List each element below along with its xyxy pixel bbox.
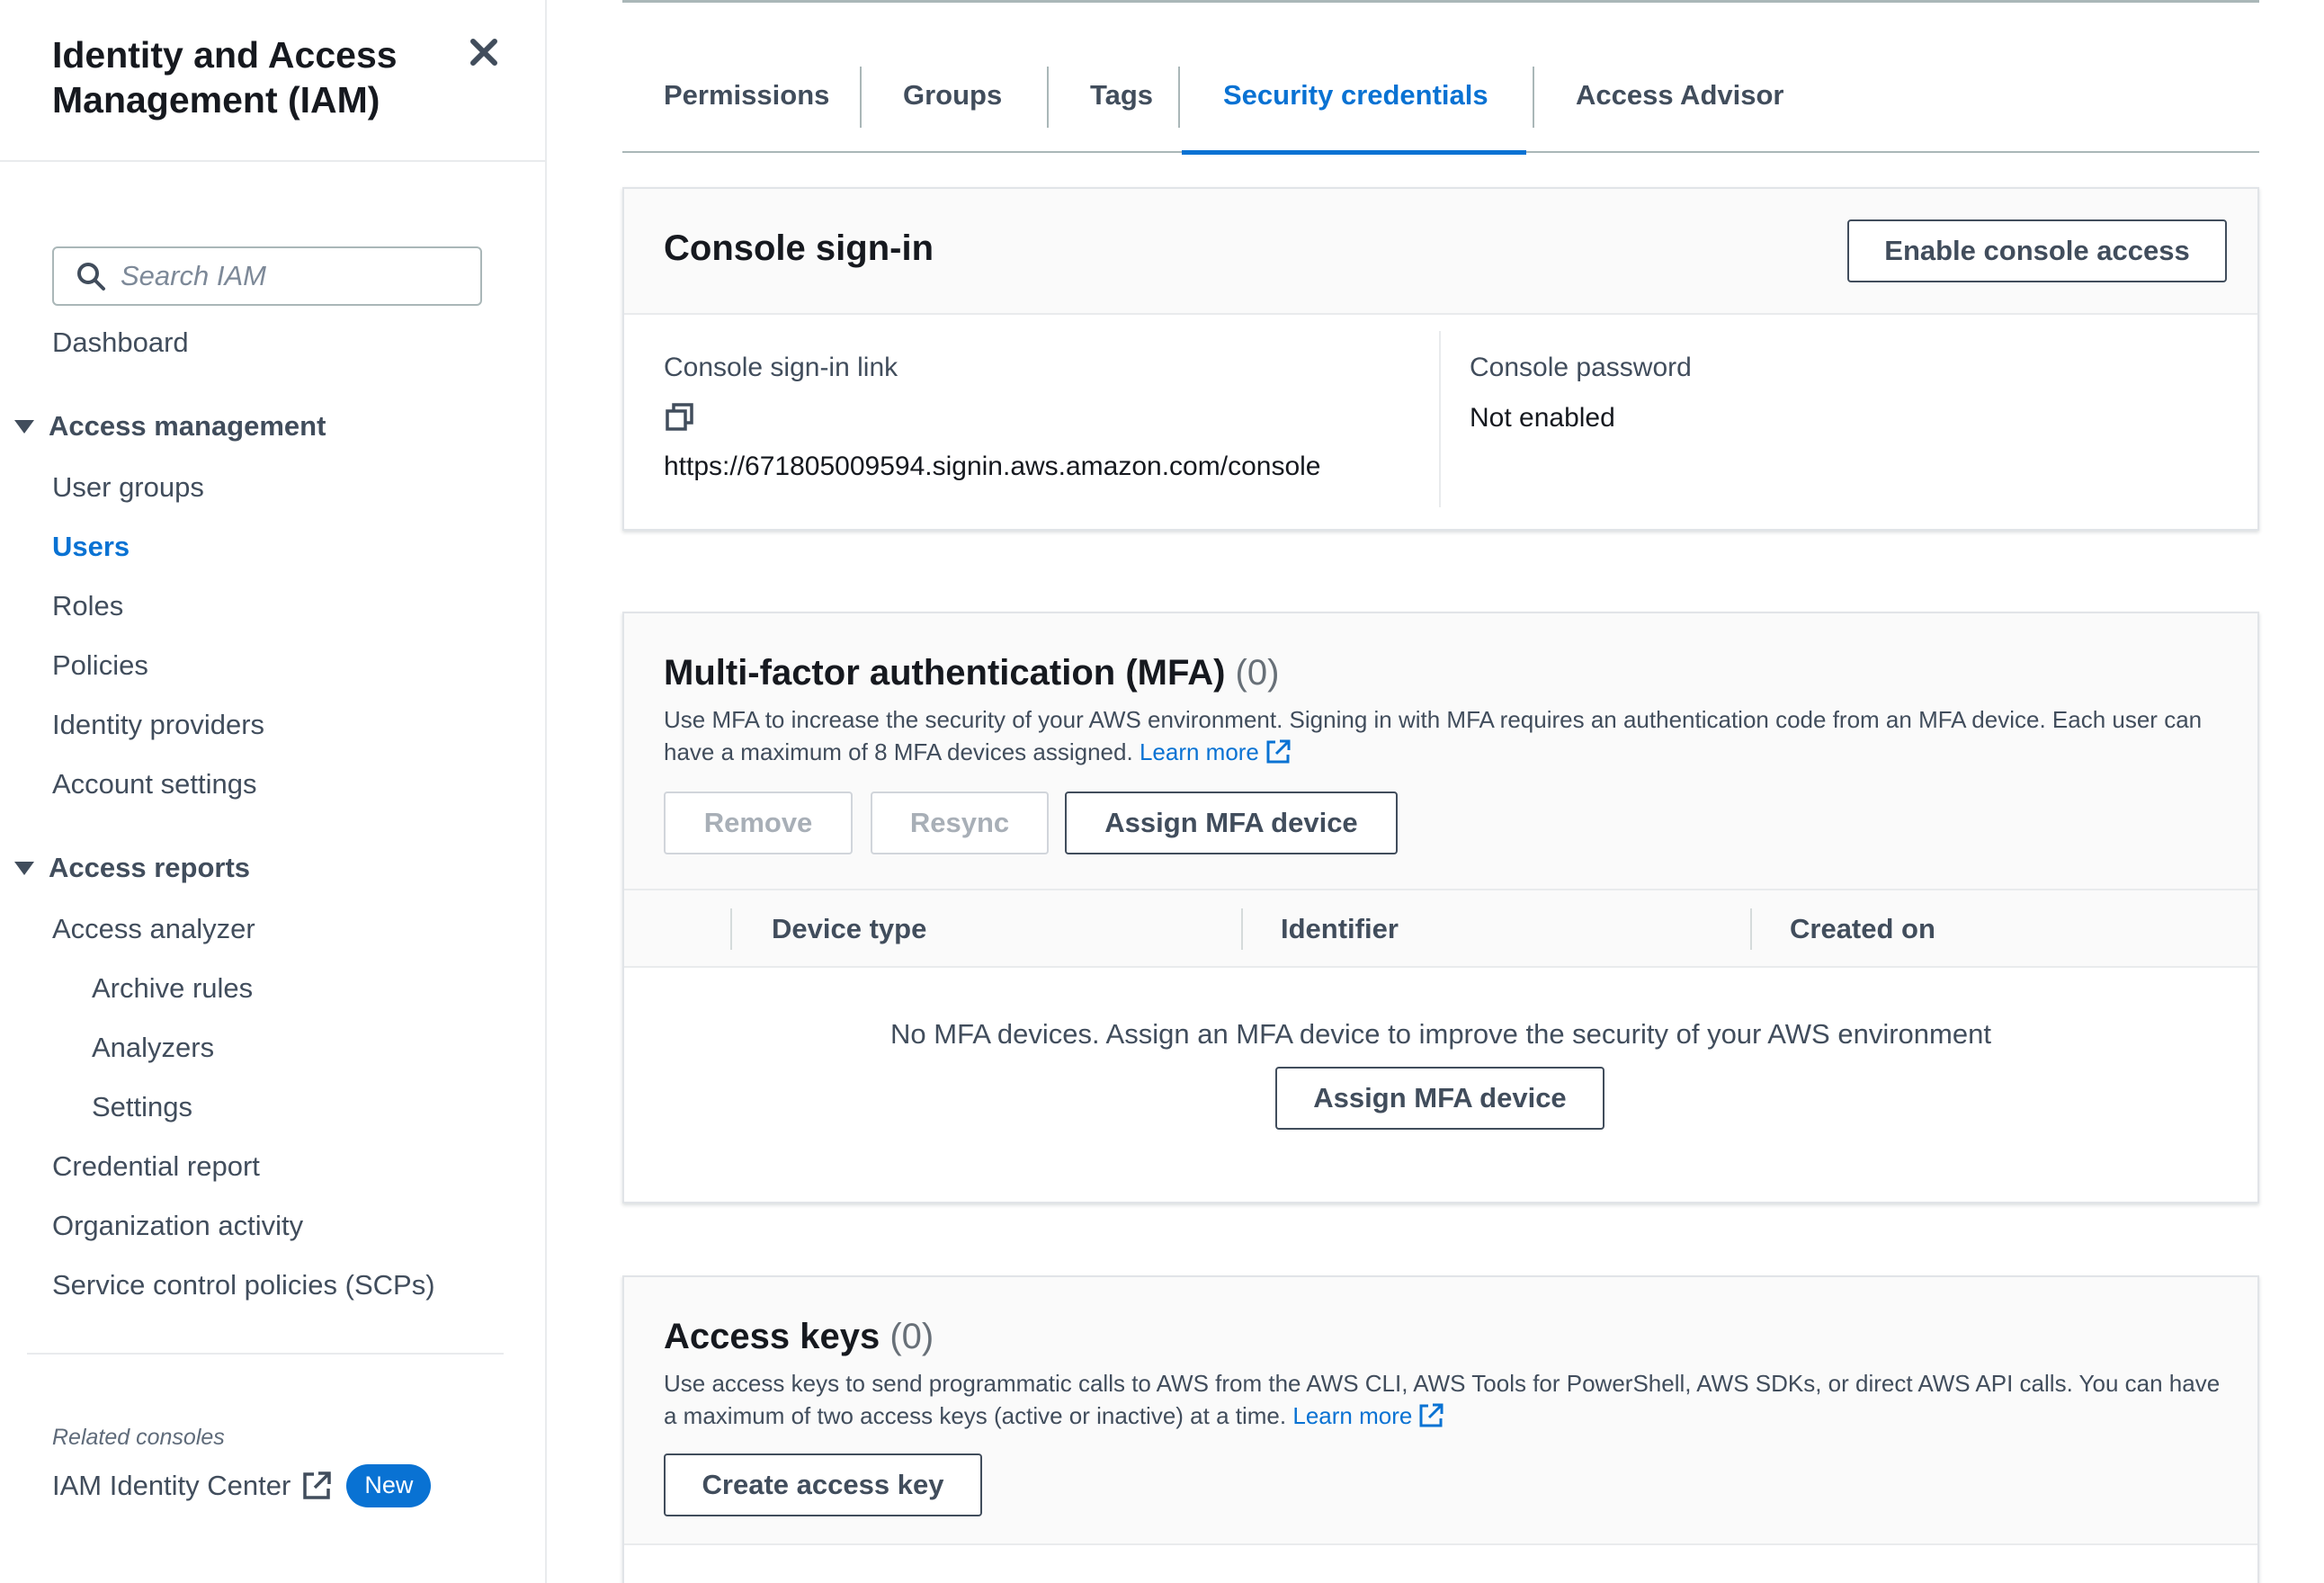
tab-separator — [860, 67, 862, 128]
mfa-header: Multi-factor authentication (MFA) (0) Us… — [624, 613, 2257, 889]
access-keys-header: Access keys (0) Use access keys to send … — [624, 1277, 2257, 1545]
nav-users[interactable]: Users — [52, 529, 130, 565]
console-signin-header: Console sign-in Enable console access — [624, 189, 2257, 315]
new-badge: New — [346, 1464, 431, 1507]
nav-section-access-management[interactable]: Access management — [14, 408, 326, 444]
console-password-label: Console password — [1470, 353, 1692, 383]
access-keys-description: Use access keys to send programmatic cal… — [664, 1367, 2229, 1432]
console-signin-panel: Console sign-in Enable console access Co… — [622, 187, 2259, 531]
tab-separator — [1533, 67, 1534, 128]
nav-section-label: Access reports — [49, 850, 250, 886]
related-consoles-label: Related consoles — [52, 1425, 225, 1451]
nav-identity-providers[interactable]: Identity providers — [52, 707, 264, 743]
tab-separator — [1178, 67, 1180, 128]
close-icon[interactable] — [466, 34, 502, 70]
nav-dashboard[interactable]: Dashboard — [52, 325, 189, 361]
assign-mfa-device-button[interactable]: Assign MFA device — [1065, 792, 1398, 854]
external-link-icon — [301, 1471, 332, 1501]
nav-organization-activity[interactable]: Organization activity — [52, 1208, 303, 1244]
external-link-icon — [1417, 1402, 1444, 1429]
nav-section-access-reports[interactable]: Access reports — [14, 850, 250, 886]
caret-down-icon — [14, 420, 34, 434]
nav-iam-identity-center[interactable]: IAM Identity Center New — [52, 1464, 431, 1507]
tab-security-credentials[interactable]: Security credentials — [1223, 63, 1488, 153]
search-icon — [76, 261, 106, 291]
mfa-title-text: Multi-factor authentication (MFA) — [664, 653, 1225, 693]
learn-more-label: Learn more — [1292, 1402, 1412, 1429]
access-keys-title-text: Access keys — [664, 1317, 880, 1356]
access-keys-title: Access keys (0) — [664, 1317, 934, 1357]
column-separator — [730, 908, 732, 950]
tab-bar: Permissions Groups Tags Security credent… — [622, 63, 2259, 153]
enable-console-access-button[interactable]: Enable console access — [1847, 219, 2227, 282]
mfa-learn-more-link[interactable]: Learn more — [1140, 738, 1292, 765]
empty-assign-mfa-device-button[interactable]: Assign MFA device — [1275, 1067, 1604, 1130]
mfa-table-header: Device type Identifier Created on — [624, 889, 2257, 968]
nav-credential-report[interactable]: Credential report — [52, 1149, 260, 1185]
nav-user-groups[interactable]: User groups — [52, 470, 204, 505]
column-separator — [1241, 908, 1243, 950]
nav-analyzers[interactable]: Analyzers — [92, 1030, 214, 1066]
mfa-empty-text: No MFA devices. Assign an MFA device to … — [624, 1018, 2257, 1051]
console-signin-title: Console sign-in — [664, 228, 934, 269]
remove-button[interactable]: Remove — [664, 792, 853, 854]
column-created-on[interactable]: Created on — [1790, 890, 1935, 968]
identity-center-label: IAM Identity Center — [52, 1470, 290, 1502]
nav-account-settings[interactable]: Account settings — [52, 766, 256, 802]
access-keys-learn-more-link[interactable]: Learn more — [1292, 1402, 1444, 1429]
search-input[interactable] — [121, 260, 462, 292]
search-field[interactable] — [52, 246, 482, 306]
column-divider — [1439, 331, 1441, 507]
tab-permissions[interactable]: Permissions — [664, 63, 829, 153]
copy-icon[interactable] — [664, 401, 696, 434]
nav-analyzer-settings[interactable]: Settings — [92, 1089, 192, 1125]
create-access-key-button[interactable]: Create access key — [664, 1453, 982, 1516]
access-keys-panel: Access keys (0) Use access keys to send … — [622, 1275, 2259, 1583]
learn-more-label: Learn more — [1140, 738, 1259, 765]
caret-down-icon — [14, 862, 34, 875]
nav-section-label: Access management — [49, 408, 326, 444]
console-signin-link-value: https://671805009594.signin.aws.amazon.c… — [664, 452, 1320, 482]
mfa-title: Multi-factor authentication (MFA) (0) — [664, 653, 1279, 693]
nav-access-analyzer[interactable]: Access analyzer — [52, 911, 255, 947]
column-identifier[interactable]: Identifier — [1281, 890, 1399, 968]
sidebar-divider — [27, 1353, 504, 1355]
nav-policies[interactable]: Policies — [52, 648, 148, 684]
tab-access-advisor[interactable]: Access Advisor — [1576, 63, 1783, 153]
top-divider — [622, 0, 2259, 3]
tab-separator — [1047, 67, 1049, 128]
console-password-value: Not enabled — [1470, 403, 1615, 434]
resync-button[interactable]: Resync — [871, 792, 1049, 854]
column-separator — [1750, 908, 1752, 950]
mfa-description-text: Use MFA to increase the security of your… — [664, 706, 2202, 765]
nav-archive-rules[interactable]: Archive rules — [92, 970, 253, 1006]
access-keys-count: (0) — [889, 1317, 934, 1356]
external-link-icon — [1265, 738, 1292, 765]
column-device-type[interactable]: Device type — [772, 890, 926, 968]
console-signin-link-label: Console sign-in link — [664, 353, 898, 383]
tab-tags[interactable]: Tags — [1090, 63, 1153, 153]
nav-scps[interactable]: Service control policies (SCPs) — [52, 1267, 435, 1303]
sidebar: Identity and Access Management (IAM) Das… — [0, 0, 547, 1583]
sidebar-title: Identity and Access Management (IAM) — [52, 32, 448, 122]
sidebar-header: Identity and Access Management (IAM) — [0, 0, 545, 162]
mfa-count: (0) — [1236, 653, 1280, 693]
mfa-panel: Multi-factor authentication (MFA) (0) Us… — [622, 612, 2259, 1203]
nav-roles[interactable]: Roles — [52, 588, 123, 624]
tab-groups[interactable]: Groups — [903, 63, 1002, 153]
mfa-description: Use MFA to increase the security of your… — [664, 703, 2229, 768]
